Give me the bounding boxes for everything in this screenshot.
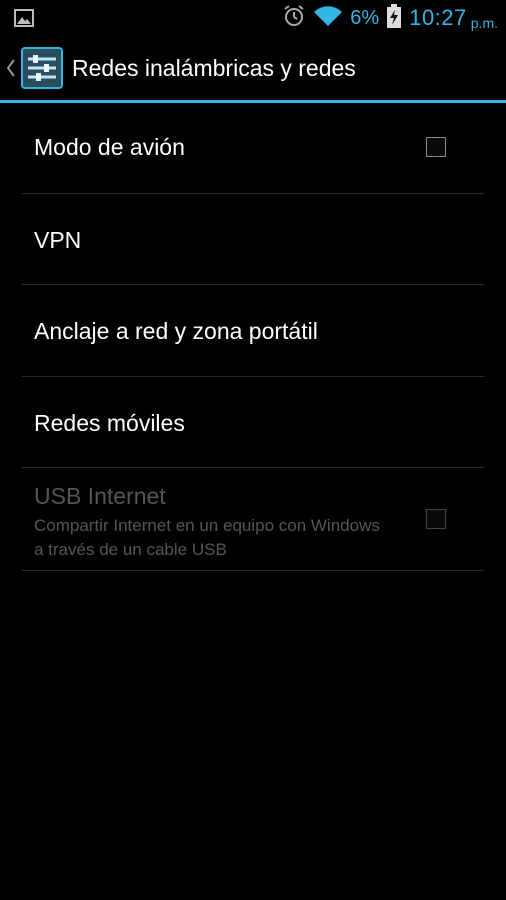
clock-suffix: p.m. — [470, 15, 498, 31]
setting-vpn[interactable]: VPN — [22, 194, 484, 285]
setting-airplane-mode[interactable]: Modo de avión — [22, 103, 484, 194]
setting-usb-internet: USB Internet Compartir Internet en un eq… — [22, 468, 484, 571]
setting-mobile-networks[interactable]: Redes móviles — [22, 377, 484, 468]
setting-title: Modo de avión — [34, 134, 185, 160]
setting-tethering[interactable]: Anclaje a red y zona portátil — [22, 285, 484, 377]
clock-time: 10:27 — [409, 5, 467, 30]
gallery-icon — [14, 9, 34, 32]
setting-title: Redes móviles — [34, 410, 185, 436]
setting-title: VPN — [34, 227, 82, 253]
wifi-icon — [314, 5, 343, 31]
battery-percent: 6% — [350, 6, 380, 29]
setting-title: USB Internet — [34, 483, 166, 509]
back-caret-icon[interactable] — [4, 56, 18, 80]
system-icons: 6% 10:27 p.m. — [274, 0, 498, 36]
page-title: Redes inalámbricas y redes — [72, 54, 356, 81]
alarm-icon — [282, 4, 306, 32]
settings-sliders-icon[interactable] — [20, 46, 64, 90]
usb-internet-checkbox — [426, 509, 446, 529]
settings-list: Modo de avión VPN Anclaje a red y zona p… — [22, 103, 484, 571]
setting-summary: Compartir Internet en un equipo con Wind… — [34, 516, 380, 559]
setting-title: Anclaje a red y zona portátil — [34, 318, 318, 344]
action-bar: Redes inalámbricas y redes — [0, 36, 506, 100]
status-bar: 6% 10:27 p.m. — [0, 0, 506, 36]
notification-area — [14, 8, 34, 32]
clock: 10:27 p.m. — [409, 5, 498, 31]
airplane-mode-checkbox[interactable] — [426, 137, 446, 157]
battery-charging-icon — [387, 4, 402, 32]
